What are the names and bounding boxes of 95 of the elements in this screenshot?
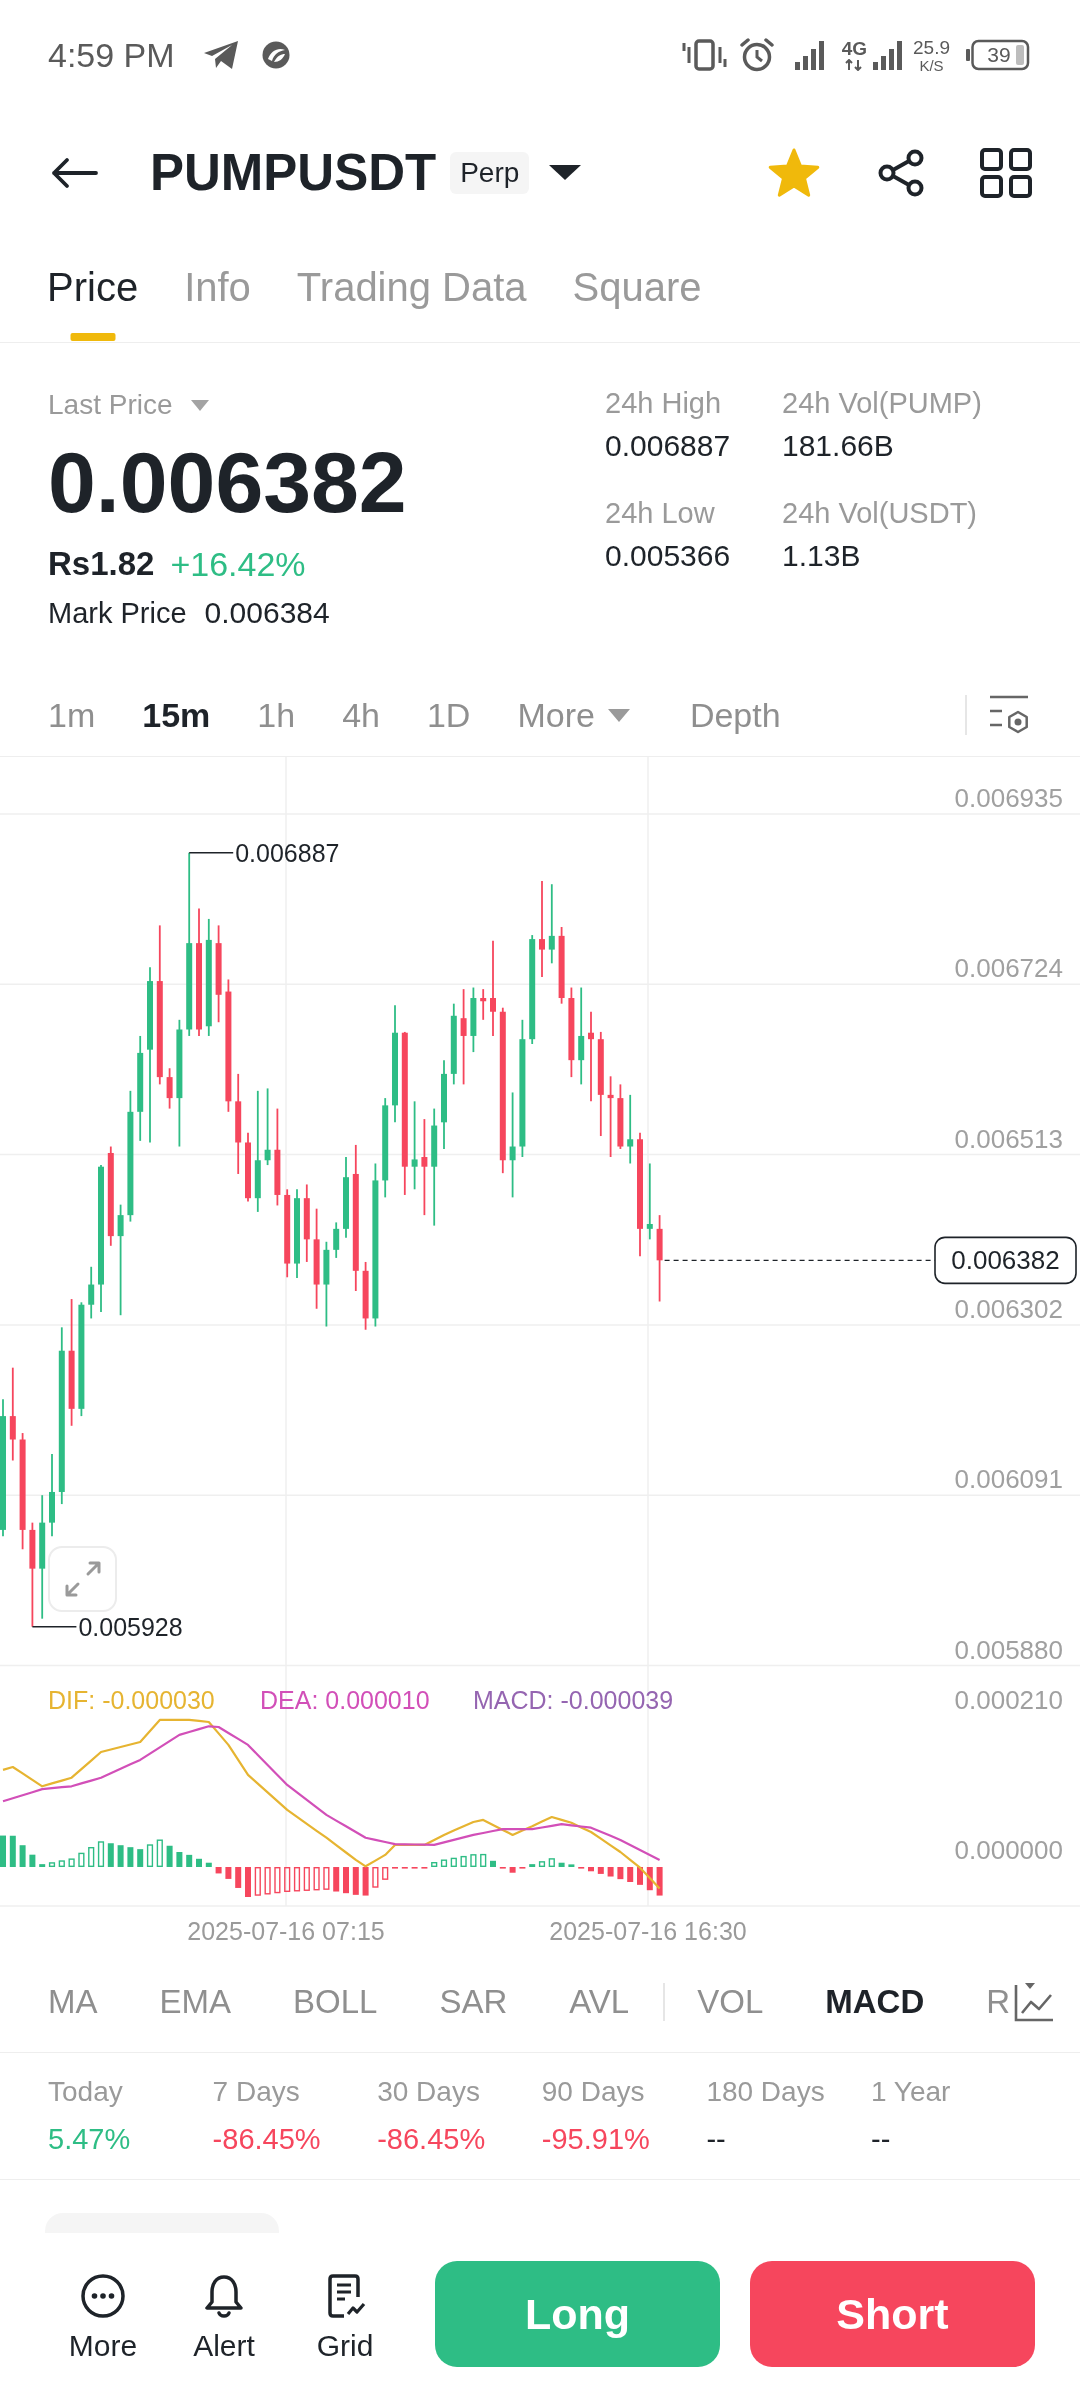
more-dots-icon xyxy=(80,2273,126,2319)
price-axis-label: 0.006724 xyxy=(954,953,1063,984)
caret-down-icon[interactable] xyxy=(549,165,582,181)
price-axis-label: 0.005880 xyxy=(954,1634,1063,1665)
stat-label: 24h High xyxy=(605,386,723,420)
indicator-tab[interactable]: EMA xyxy=(159,1981,231,2022)
alarm-clock-icon xyxy=(738,37,775,73)
battery-icon xyxy=(966,39,1030,71)
battery-percent: 39 xyxy=(987,44,1011,66)
signal-bars-icon xyxy=(873,40,902,70)
network-speed: 25.9 xyxy=(913,36,950,58)
data-arrows-icon xyxy=(844,59,865,71)
expand-chart-button[interactable] xyxy=(48,1546,117,1612)
price-change: +16.42% xyxy=(170,544,306,584)
period-change: -86.45% xyxy=(212,2122,322,2157)
long-button[interactable]: Long xyxy=(435,2261,720,2367)
tab[interactable]: Square xyxy=(572,236,702,342)
price-type-dropdown[interactable]: Last Price xyxy=(48,388,209,422)
interval-tab[interactable]: 15m xyxy=(142,695,211,735)
period-change: -86.45% xyxy=(377,2122,487,2157)
local-currency-price: Rs1.82 xyxy=(48,544,155,584)
toolbar-button[interactable]: Grid xyxy=(290,2261,400,2364)
tab[interactable]: Info xyxy=(184,236,251,342)
period-label: Today xyxy=(48,2075,124,2109)
dif-legend: DIF: -0.000030 xyxy=(48,1686,215,1714)
period-label: 30 Days xyxy=(377,2075,481,2109)
speed-unit: K/S xyxy=(919,57,944,74)
indicator-tab[interactable]: SAR xyxy=(439,1981,508,2022)
stat-value: 0.006887 xyxy=(605,429,732,463)
stat-value: 0.005366 xyxy=(605,539,732,573)
share-icon[interactable] xyxy=(876,148,926,198)
chart-settings-icon[interactable] xyxy=(988,694,1030,736)
star-icon[interactable] xyxy=(767,148,821,198)
line-chart-icon[interactable] xyxy=(1013,1980,1055,2023)
grid-icon[interactable] xyxy=(980,148,1032,198)
time-axis-label: 2025-07-16 07:15 xyxy=(187,1917,385,1945)
contract-type-tag: Perp xyxy=(450,152,530,194)
caret-down-icon xyxy=(190,399,209,411)
price-axis-label: 0.006302 xyxy=(954,1293,1063,1324)
stat-label: 24h Vol(PUMP) xyxy=(782,386,982,420)
low-price-label: 0.005928 xyxy=(78,1612,183,1641)
period-label: 180 Days xyxy=(706,2075,826,2109)
macd-axis-label: 0.000000 xyxy=(954,1835,1063,1865)
caret-down-icon xyxy=(607,708,630,722)
interval-tab[interactable]: 4h xyxy=(342,695,380,735)
mark-price-value: 0.006384 xyxy=(204,596,330,630)
period-change: -- xyxy=(706,2122,727,2157)
indicator-tab[interactable]: MACD xyxy=(825,1981,925,2022)
vibrate-icon xyxy=(681,38,727,72)
price-axis-label: 0.006935 xyxy=(954,783,1063,813)
period-label: 7 Days xyxy=(212,2075,301,2109)
interval-tab[interactable]: Depth xyxy=(689,695,781,735)
low-price-leader xyxy=(31,1626,78,1628)
stat-label: 24h Low xyxy=(605,496,716,530)
indicator-tab[interactable]: R xyxy=(986,1981,1011,2022)
stat-value: 181.66B xyxy=(782,429,895,463)
time-axis-label: 2025-07-16 16:30 xyxy=(549,1917,747,1945)
selected-tab-underline xyxy=(70,333,116,341)
arrow-left-icon xyxy=(50,157,98,189)
symbol-title: PUMPUSDT xyxy=(150,143,437,203)
status-time: 4:59 PM xyxy=(48,35,175,75)
dea-legend: DEA: 0.000010 xyxy=(260,1686,430,1714)
period-label: 90 Days xyxy=(541,2075,646,2109)
period-change: -95.91% xyxy=(541,2122,651,2157)
macd-axis-label: 0.000210 xyxy=(954,1685,1063,1715)
notification-icon xyxy=(261,41,290,69)
indicator-tab[interactable]: VOL xyxy=(697,1981,764,2022)
interval-tab[interactable]: 1m xyxy=(48,695,96,735)
stat-label: 24h Vol(USDT) xyxy=(782,496,978,530)
indicator-tab[interactable]: BOLL xyxy=(293,1981,378,2022)
indicator-tab[interactable]: MA xyxy=(48,1981,98,2022)
back-button[interactable] xyxy=(50,157,98,189)
indicator-tab[interactable]: AVL xyxy=(569,1981,630,2022)
interval-tab[interactable]: 1h xyxy=(257,695,296,735)
price-axis-label: 0.006513 xyxy=(954,1123,1063,1154)
period-change: -- xyxy=(870,2122,892,2157)
interval-tab[interactable]: More xyxy=(517,695,630,735)
short-button[interactable]: Short xyxy=(750,2261,1035,2367)
mark-price-label: Mark Price xyxy=(48,596,187,630)
stat-value: 1.13B xyxy=(782,539,862,573)
interval-tab[interactable]: 1D xyxy=(426,695,471,735)
high-price-label: 0.006887 xyxy=(235,838,340,867)
period-label: 1 Year xyxy=(870,2075,952,2109)
last-price: 0.006382 xyxy=(48,437,408,527)
signal-bars-icon xyxy=(794,40,826,70)
tab[interactable]: Trading Data xyxy=(296,236,527,342)
period-change: 5.47% xyxy=(48,2122,132,2157)
price-axis-label: 0.006091 xyxy=(954,1464,1063,1495)
macd-legend: MACD: -0.000039 xyxy=(473,1686,674,1714)
current-price-tag: 0.006382 xyxy=(934,1236,1077,1285)
tab[interactable]: Price xyxy=(47,236,139,342)
toolbar-button[interactable]: More xyxy=(48,2261,158,2364)
network-type: 4G xyxy=(841,39,867,59)
toolbar-button[interactable]: Alert xyxy=(169,2261,279,2364)
high-price-leader xyxy=(188,852,234,854)
